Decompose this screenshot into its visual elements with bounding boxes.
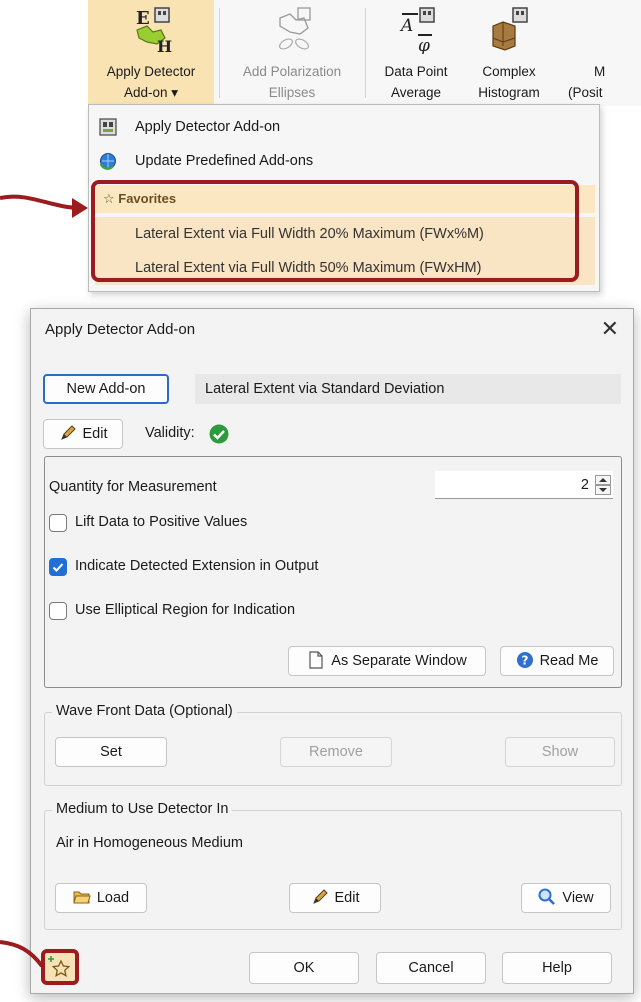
- annotation-arrow-icon: [0, 194, 88, 218]
- average-icon: A φ: [399, 7, 435, 54]
- ribbon-separator: [219, 8, 220, 98]
- close-icon[interactable]: ✕: [601, 315, 619, 343]
- validity-label: Validity:: [145, 425, 195, 441]
- checkmark-icon: [52, 563, 64, 572]
- svg-text:H: H: [157, 37, 172, 54]
- cancel-button[interactable]: Cancel: [376, 952, 486, 984]
- medium-view-button[interactable]: View: [521, 883, 611, 913]
- add-polarization-ellipses-button[interactable]: Add Polarization Ellipses: [224, 0, 360, 104]
- ribbon-label-line1: Complex: [482, 64, 536, 79]
- addon-name-field: Lateral Extent via Standard Deviation: [195, 374, 621, 404]
- valid-check-icon: [209, 424, 229, 444]
- medium-title: Medium to Use Detector In: [52, 801, 233, 817]
- detector-small-icon: [99, 118, 117, 136]
- load-label: Load: [96, 890, 130, 906]
- elliptical-region-label: Use Elliptical Region for Indication: [75, 602, 296, 618]
- magnifier-icon: [538, 888, 556, 906]
- lift-data-label: Lift Data to Positive Values: [75, 514, 248, 530]
- wave-front-show-button[interactable]: Show: [505, 737, 615, 767]
- quantity-stepper[interactable]: 2: [435, 471, 613, 499]
- edit-label: Edit: [82, 426, 108, 442]
- ribbon-label-line2: (Posit: [568, 85, 603, 100]
- help-button[interactable]: Help: [502, 952, 612, 984]
- ribbon-label-line2: Ellipses: [268, 85, 316, 100]
- quantity-label: Quantity for Measurement: [49, 479, 217, 495]
- stepper-arrows-icon[interactable]: [595, 475, 611, 495]
- new-addon-button[interactable]: New Add-on: [43, 374, 169, 404]
- add-to-favorites-button[interactable]: [41, 949, 79, 985]
- quantity-value: 2: [580, 477, 589, 493]
- help-question-icon: ?: [516, 652, 533, 669]
- ribbon-label-line1: Add Polarization: [242, 64, 342, 79]
- ribbon: E H Apply Detector Add-on ▾ Add Polariza…: [88, 0, 641, 106]
- svg-text:?: ?: [521, 654, 528, 668]
- medium-load-button[interactable]: Load: [55, 883, 147, 913]
- svg-text:A: A: [399, 16, 413, 36]
- ribbon-label-line1: Data Point: [384, 64, 448, 79]
- wave-front-set-button[interactable]: Set: [55, 737, 167, 767]
- folder-open-icon: [73, 891, 91, 904]
- as-separate-window-button[interactable]: As Separate Window: [288, 646, 486, 676]
- pencil-icon: [60, 425, 76, 441]
- menu-item-label: Apply Detector Add-on: [135, 119, 281, 135]
- ribbon-label-line2: Add-on ▾: [123, 85, 179, 100]
- add-favorite-star-icon: [48, 956, 71, 977]
- ok-button[interactable]: OK: [249, 952, 359, 984]
- ribbon-separator: [365, 8, 366, 98]
- histogram-icon: [492, 7, 528, 51]
- menu-item-label: Update Predefined Add-ons: [135, 153, 314, 169]
- ribbon-label-line2: Histogram: [478, 85, 540, 100]
- medium-value: Air in Homogeneous Medium: [56, 835, 243, 851]
- lift-data-checkbox[interactable]: [49, 514, 67, 532]
- as-separate-window-label: As Separate Window: [331, 653, 467, 669]
- position-button-partial[interactable]: M (Posit: [558, 0, 641, 104]
- svg-text:φ: φ: [418, 36, 430, 54]
- elliptical-region-checkbox[interactable]: [49, 602, 67, 620]
- apply-detector-addon-ribbon-button[interactable]: E H Apply Detector Add-on ▾: [88, 0, 214, 104]
- medium-edit-button[interactable]: Edit: [289, 883, 381, 913]
- ribbon-label-line1: Apply Detector: [106, 64, 196, 79]
- ribbon-label-line2: Average: [390, 85, 442, 100]
- complex-histogram-button[interactable]: Complex Histogram: [460, 0, 558, 104]
- detector-addon-icon: E H: [136, 7, 172, 54]
- indicate-extension-checkbox[interactable]: [49, 558, 67, 576]
- edit-addon-button[interactable]: Edit: [43, 419, 123, 449]
- menu-item-apply-detector-addon[interactable]: Apply Detector Add-on: [89, 110, 599, 144]
- pencil-icon: [312, 889, 328, 905]
- read-me-button[interactable]: ? Read Me: [500, 646, 614, 676]
- view-label: View: [562, 890, 594, 906]
- apply-detector-addon-dialog: Apply Detector Add-on ✕ New Add-on Later…: [30, 308, 634, 994]
- document-icon: [309, 651, 323, 669]
- menu-item-update-predefined-addons[interactable]: Update Predefined Add-ons: [89, 144, 599, 178]
- indicate-extension-label: Indicate Detected Extension in Output: [75, 558, 319, 574]
- annotation-pointer-icon: [0, 940, 44, 968]
- data-point-average-button[interactable]: A φ Data Point Average: [374, 0, 458, 104]
- favorites-highlight-frame: [91, 180, 579, 282]
- wave-front-remove-button[interactable]: Remove: [280, 737, 392, 767]
- ribbon-label-line1: M: [594, 64, 606, 79]
- polarization-puzzle-icon: [279, 7, 311, 50]
- addon-parameters-panel: Quantity for Measurement 2 Lift Data to …: [44, 456, 622, 688]
- dialog-title: Apply Detector Add-on: [45, 321, 196, 338]
- read-me-label: Read Me: [539, 653, 599, 669]
- update-globe-icon: [99, 153, 116, 170]
- medium-edit-label: Edit: [334, 890, 360, 906]
- wave-front-title: Wave Front Data (Optional): [52, 703, 237, 719]
